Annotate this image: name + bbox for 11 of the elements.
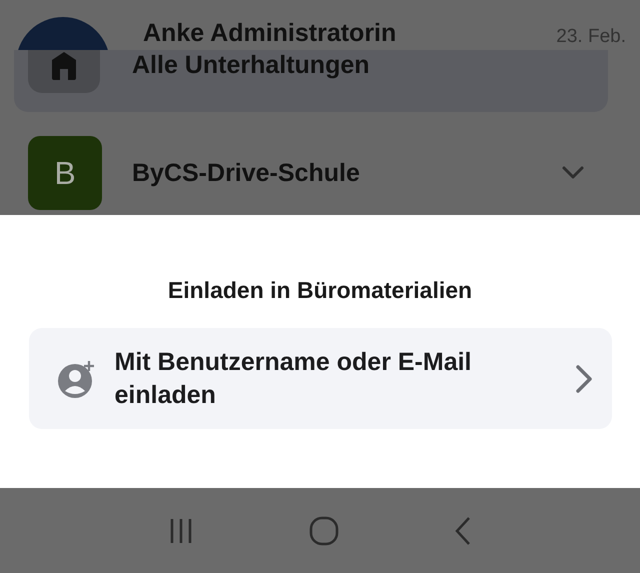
house-icon	[50, 50, 78, 80]
chevron-down-icon[interactable]	[561, 165, 585, 181]
home-icon[interactable]	[308, 514, 340, 546]
group-avatar: B	[28, 136, 102, 210]
group-row[interactable]: B ByCS-Drive-Schule	[0, 135, 640, 211]
filter-label: Alle Unterhaltungen	[132, 52, 370, 80]
sheet-title: Einladen in Büromaterialien	[168, 277, 472, 304]
chevron-right-icon	[574, 364, 592, 394]
group-name: ByCS-Drive-Schule	[132, 158, 361, 188]
conversation-name: Anke Administratorin	[143, 20, 396, 48]
invite-option[interactable]: Mit Benutzername oder E-Mail einladen	[28, 328, 612, 429]
